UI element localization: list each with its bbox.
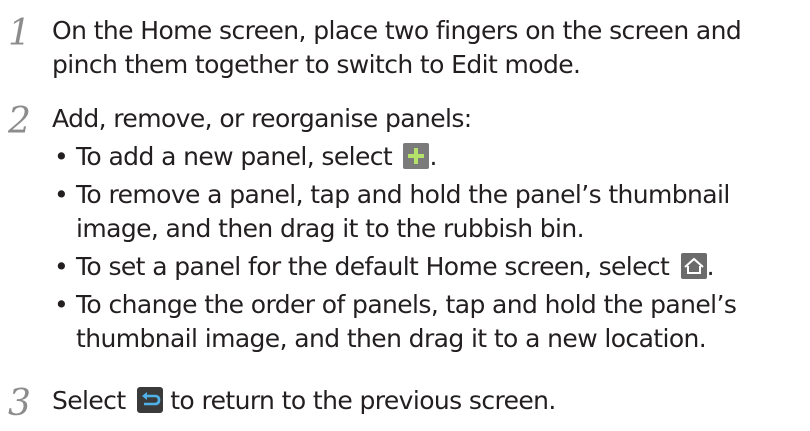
bullet-list: • To add a new panel, select . • To remo… <box>52 140 737 356</box>
step-text-end: to return to the previous screen. <box>162 386 556 415</box>
bullet-marker: • <box>54 142 69 171</box>
step-text-line: Select to return to the previous screen. <box>52 384 556 418</box>
step-number: 2 <box>8 101 31 142</box>
bullet-text: To set a panel for the default Home scre… <box>76 252 677 281</box>
bullet-marker: • <box>54 180 69 209</box>
back-icon <box>136 387 163 413</box>
plus-icon <box>403 143 430 169</box>
list-item: • To remove a panel, tap and hold the pa… <box>52 178 736 246</box>
step-text-line: pinch them together to switch to Edit mo… <box>52 50 581 79</box>
bullet-text: To add a new panel, select <box>76 142 400 171</box>
step-heading: Add, remove, or reorganise panels: <box>52 104 472 133</box>
step-number: 1 <box>8 13 31 54</box>
bullet-marker: • <box>54 290 69 319</box>
bullet-text-line: To remove a panel, tap and hold the pane… <box>76 180 730 209</box>
list-item: • To set a panel for the default Home sc… <box>52 250 736 284</box>
bullet-marker: • <box>54 252 69 281</box>
list-item: • To add a new panel, select . <box>52 140 736 174</box>
home-icon <box>680 253 707 279</box>
step-text-line: On the Home screen, place two fingers on… <box>52 16 742 45</box>
bullet-text-line: thumbnail image, and then drag it to a n… <box>76 324 707 353</box>
step-text: Select <box>52 386 133 415</box>
list-item: • To change the order of panels, tap and… <box>52 288 737 356</box>
step-number: 3 <box>8 383 31 424</box>
bullet-text-end: . <box>706 252 715 281</box>
bullet-text-line: image, and then drag it to the rubbish b… <box>76 214 585 243</box>
bullet-text-end: . <box>429 142 437 171</box>
bullet-text-line: To change the order of panels, tap and h… <box>76 290 737 319</box>
